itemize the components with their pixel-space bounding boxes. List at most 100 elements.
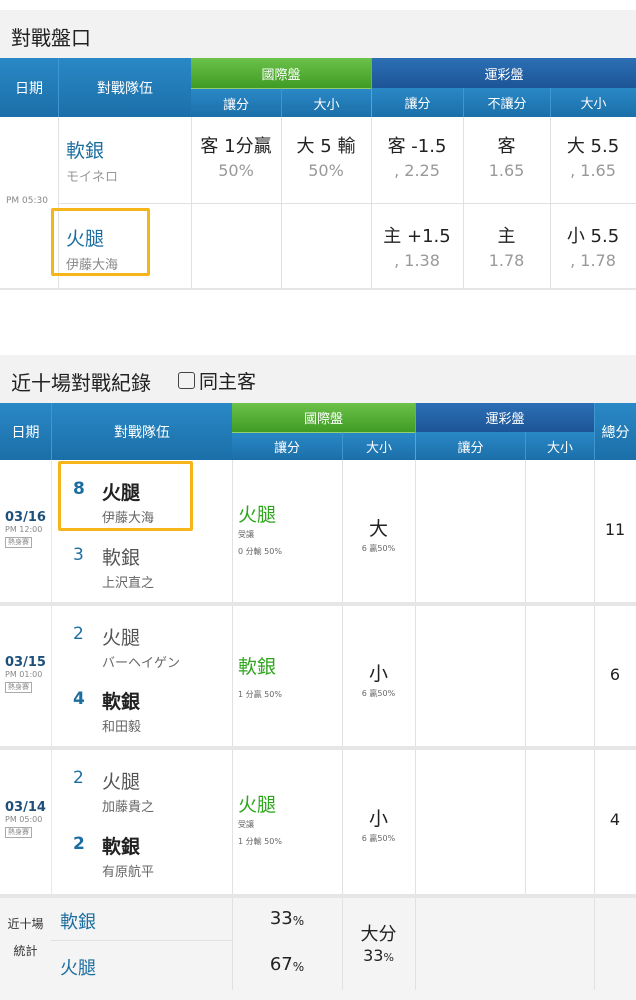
odds-away-lot-nospread-value: 客 [497, 136, 516, 157]
history-game-2-team2[interactable]: 軟銀 [102, 687, 140, 714]
history-game-3-team1[interactable]: 火腿 [102, 767, 140, 794]
same-home-away-checkbox[interactable] [178, 372, 195, 389]
history-game-3-spread-note: 受讓 [238, 820, 254, 829]
odds-home-lot-nospread[interactable]: 主 1.78 [463, 222, 550, 270]
history-game-2-date-cell: 03/15 PM 01:00 熱身賽 [0, 655, 51, 693]
odds-away-intl-total[interactable]: 大 5 輸 50% [281, 132, 371, 180]
history-game-1-sum: 11 [604, 520, 626, 539]
history-game-3-date-cell: 03/14 PM 05:00 熱身賽 [0, 800, 51, 838]
history-game-3-team2[interactable]: 軟銀 [102, 832, 140, 859]
history-game-1-spread-note: 受讓 [238, 530, 254, 539]
history-game-3-team2-score: 2 [73, 834, 85, 854]
odds-away-lot-nospread[interactable]: 客 1.65 [463, 132, 550, 180]
odds-home-lot-nospread-odds: 1.78 [488, 251, 525, 270]
history-game-3-total-cell: 小 6 贏50% [342, 804, 415, 844]
history-game-2-spread-result: 1 分贏 50% [238, 690, 282, 699]
history-game-1-badge: 熱身賽 [5, 537, 32, 548]
odds-header-teams: 對戰隊伍 [58, 58, 191, 117]
history-header-intl-spread[interactable]: 讓分 [232, 432, 342, 460]
history-game-2-team2-score: 4 [73, 689, 85, 709]
odds-away-lot-spread[interactable]: 客 -1.5 , 2.25 [371, 132, 463, 180]
odds-home-lot-spread[interactable]: 主 +1.5 , 1.38 [371, 222, 463, 270]
history-stats-team1: 軟銀 [60, 912, 96, 933]
history-stats-team2-pct: 67% [232, 954, 342, 975]
history-game-1-team1[interactable]: 火腿 [102, 478, 140, 505]
odds-away-lot-total-value: 大 5.5 [566, 136, 620, 157]
history-stats-total-pct-row: 33% [363, 946, 394, 965]
odds-header-intl-spread[interactable]: 讓分 [191, 88, 281, 117]
odds-header-date: 日期 [0, 58, 58, 117]
history-stats-team2-pct-sign: % [292, 959, 305, 974]
history-section-title-bar: 近十場對戰紀錄 同主客 [0, 355, 636, 403]
odds-away-lot-nospread-odds: 1.65 [488, 161, 525, 180]
odds-home-lot-spread-odds: , 1.38 [394, 251, 440, 270]
history-stats-team2: 火腿 [60, 958, 96, 979]
history-stats-team1-pct: 33% [232, 908, 342, 929]
history-game-1-team2[interactable]: 軟銀 [102, 543, 140, 570]
odds-home-lot-total-odds: , 1.78 [570, 251, 616, 270]
odds-away-lot-spread-odds: , 2.25 [394, 161, 440, 180]
history-game-1-time: PM 12:00 [5, 525, 43, 534]
history-game-3-spread-team: 火腿 [238, 794, 277, 816]
history-stats-total-pct-value: 33 [363, 946, 384, 965]
history-game-3-team1-pitcher: 加藤貴之 [102, 800, 155, 815]
history-stats-team1-pct-sign: % [292, 913, 305, 928]
history-header-teams: 對戰隊伍 [51, 403, 232, 460]
history-stats-total: 大分 33% [342, 920, 415, 965]
odds-home-team[interactable]: 火腿 [66, 224, 104, 251]
history-header-lottery: 運彩盤 [415, 403, 594, 432]
odds-header-intl: 國際盤 [191, 58, 371, 88]
odds-away-lot-total[interactable]: 大 5.5 , 1.65 [550, 132, 636, 180]
history-game-3-total: 小 [368, 808, 388, 830]
history-game-3-team2-pitcher: 有原航平 [102, 865, 155, 880]
history-stats-team1-pct-value: 33 [269, 908, 293, 929]
history-stats-total-pct-sign: % [383, 951, 394, 964]
history-game-2-team1-score: 2 [73, 624, 84, 644]
odds-header-lot-total[interactable]: 大小 [550, 88, 636, 117]
history-game-1-date-cell: 03/16 PM 12:00 熱身賽 [0, 510, 51, 548]
history-game-2-team1[interactable]: 火腿 [102, 623, 140, 650]
same-home-away-toggle[interactable]: 同主客 [178, 367, 256, 394]
odds-away-intl-spread-pct: 50% [218, 161, 254, 180]
history-header-intl: 國際盤 [232, 403, 415, 432]
odds-away-pitcher: モイネロ [66, 170, 119, 185]
history-game-2-team1-pitcher: バーヘイゲン [102, 656, 181, 671]
odds-section-title: 對戰盤口 [11, 26, 91, 50]
history-game-2-spread-cell: 軟銀 1 分贏 50% [238, 652, 282, 700]
history-section-title: 近十場對戰紀錄 [11, 371, 151, 395]
history-header-intl-total[interactable]: 大小 [342, 432, 415, 460]
history-game-2-time: PM 01:00 [5, 670, 43, 679]
history-game-3-sum: 4 [609, 810, 621, 829]
history-header-lot-spread[interactable]: 讓分 [415, 432, 525, 460]
odds-game-time: PM 05:30 [6, 196, 48, 206]
history-header-lot-total[interactable]: 大小 [525, 432, 594, 460]
odds-away-intl-total-pct: 50% [308, 161, 344, 180]
history-game-1-team2-pitcher: 上沢直之 [102, 576, 155, 591]
history-game-2-sum: 6 [609, 665, 621, 684]
history-stats-total-label: 大分 [360, 924, 397, 945]
history-game-1-team1-score: 8 [73, 479, 85, 499]
odds-header-lot-spread[interactable]: 讓分 [371, 88, 463, 117]
odds-header-lottery: 運彩盤 [371, 58, 636, 88]
odds-home-lot-total[interactable]: 小 5.5 , 1.78 [550, 222, 636, 270]
odds-away-lot-spread-value: 客 -1.5 [387, 136, 447, 157]
history-header-date: 日期 [0, 403, 51, 460]
odds-away-intl-spread-value: 客 1分贏 [200, 136, 272, 157]
history-stats-label: 近十場 統計 [0, 915, 51, 959]
odds-home-lot-spread-value: 主 +1.5 [383, 226, 451, 247]
history-game-1-spread-cell: 火腿 受讓 0 分輸 50% [238, 500, 282, 557]
odds-away-lot-total-odds: , 1.65 [570, 161, 616, 180]
odds-away-team[interactable]: 軟銀 [66, 136, 104, 163]
history-game-2-spread-team: 軟銀 [238, 656, 277, 678]
odds-home-lot-total-value: 小 5.5 [566, 226, 620, 247]
odds-home-pitcher: 伊藤大海 [66, 258, 119, 273]
history-game-1-team2-score: 3 [73, 545, 84, 565]
odds-header-lot-nospread[interactable]: 不讓分 [463, 88, 550, 117]
odds-away-intl-spread[interactable]: 客 1分贏 50% [191, 132, 281, 180]
history-game-3-time: PM 05:00 [5, 815, 43, 824]
odds-header-intl-total[interactable]: 大小 [281, 88, 371, 117]
history-game-1-total-note: 6 贏50% [361, 544, 396, 553]
history-game-2-total: 小 [368, 663, 388, 685]
history-game-1-spread-team: 火腿 [238, 504, 277, 526]
odds-section-title-bar: 對戰盤口 [0, 10, 636, 58]
